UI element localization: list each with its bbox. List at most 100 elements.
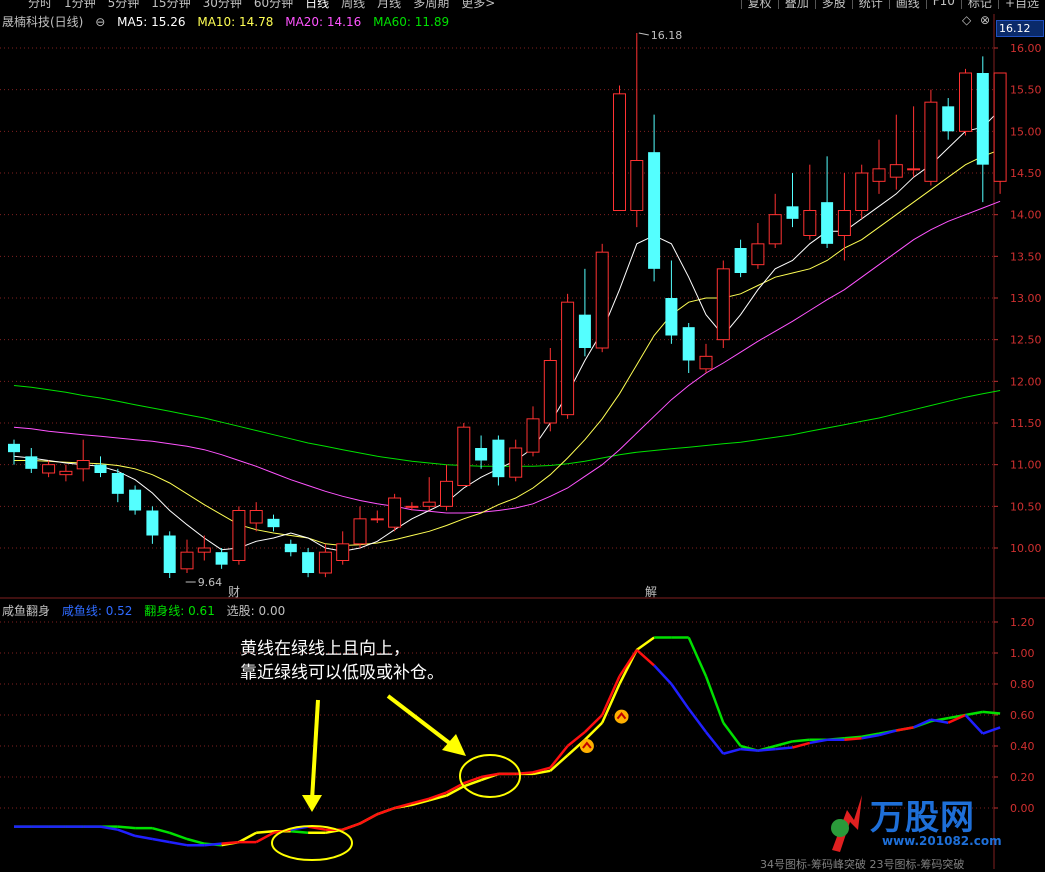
candle-body [302,552,315,573]
candle-body [959,72,972,132]
candle-body [855,172,869,211]
candle-body [422,501,436,507]
fanshen-line-segment [704,675,725,724]
candle-body [595,251,609,349]
candle-body [889,164,903,178]
candle-body [111,473,124,494]
brand-url: www.201082.com [882,834,1002,848]
xianyu-line-segment [618,649,638,677]
y-tick-label: 13.00 [1010,292,1042,305]
xianyu-line-segment [687,708,708,733]
xianyu-line-segment [221,840,240,845]
candle-body [734,248,747,273]
candle-body [405,505,419,508]
y-tick-label: 14.00 [1010,209,1042,222]
y-tick-label: 0.20 [1010,771,1035,784]
candle-body [197,547,211,553]
ma5-line [13,109,1001,552]
xianyu-line-segment [480,772,499,779]
xianyu-line-segment [342,822,361,831]
candle-body [336,543,350,561]
y-tick-label: 10.50 [1010,500,1042,513]
highlight-circle [271,825,353,861]
kline-chart[interactable]: 10.00 10.50 11.00 11.50 12.00 12.50 13.00 13.50… [0,0,1045,869]
y-tick-label: 0.40 [1010,740,1035,753]
fanshen-line-segment [982,710,1001,715]
footer-text: 34号图标-筹码峰突破 23号图标-筹码突破 [760,858,965,871]
fanshen-line-segment [687,636,708,677]
candle-body [699,355,713,370]
xianyu-line-segment [670,683,690,710]
fanshen-line-segment [169,831,188,841]
xianyu-line-segment [705,731,725,755]
fanshen-line-segment [152,826,171,835]
xianyu-line-segment [255,831,275,844]
fanshen-line-segment [238,831,257,844]
brand-text: 万股网 [870,798,975,838]
ma60-line [13,385,1001,467]
candle-body [993,72,1007,182]
xianyu-line-segment [359,813,378,825]
candle-body [440,480,453,507]
candle-body [665,298,678,336]
candle-body [370,518,384,521]
pointer-arrowhead [302,795,322,812]
y-tick-label: 10.00 [1010,542,1042,555]
y-tick-label: 12.00 [1010,375,1042,388]
candle-body [180,551,194,570]
y-tick-label: 0.60 [1010,709,1035,722]
marker-cai: 财 [228,585,240,599]
xianyu-line-segment [204,842,222,847]
xianyu-line-segment [896,726,914,732]
xianyu-line-segment [376,806,396,816]
fanshen-line-segment [117,825,136,830]
candle-body [146,510,159,536]
y-tick-label: 13.50 [1010,250,1042,263]
xianyu-line-segment [913,718,932,729]
candle-body [648,152,661,269]
candle-body [526,418,540,453]
candle-body [388,497,402,528]
xianyu-line-segment [775,746,793,751]
pointer-arrow [386,694,454,747]
xianyu-line-segment [964,714,984,735]
candle-body [837,210,851,236]
candle-body [821,202,834,244]
y-tick-label: 0.80 [1010,678,1035,691]
candle-body [129,489,142,511]
fanshen-line-segment [186,837,205,845]
candle-body [284,543,297,553]
note-line2: 靠近绿线可以低吸或补仓。 [240,663,444,683]
marker-jie: 解 [645,585,657,599]
fanshen-line-segment [774,740,793,748]
candle-body [803,210,817,236]
xianyu-line-segment [757,747,776,752]
candle-body [163,535,176,573]
candle-body [318,551,332,574]
candle-body [976,73,989,165]
candle-body [786,206,799,219]
xianyu-line-segment [930,718,949,724]
xianyu-line-segment [134,834,153,841]
candle-body [682,327,695,361]
xianyu-line-segment [601,675,621,716]
candle-body [76,460,90,470]
y-tick-label: 11.50 [1010,417,1042,430]
y-tick-label: 14.50 [1010,167,1042,180]
y-tick-label: 15.00 [1010,125,1042,138]
candle-body [42,464,56,474]
candle-body [509,447,523,478]
fanshen-line-segment [722,722,742,747]
xianyu-line-segment [792,741,811,749]
candle-body [353,518,367,545]
candle-body [613,93,626,211]
candle-body [475,448,488,461]
candle-body [8,443,20,453]
candle-body [492,439,505,478]
y-tick-label: 11.00 [1010,459,1042,472]
fanshen-line-segment [792,738,810,743]
candle-body [872,168,886,182]
xianyu-line-segment [653,664,673,685]
y-tick-label: 12.50 [1010,334,1042,347]
ma10-line [14,149,1001,547]
